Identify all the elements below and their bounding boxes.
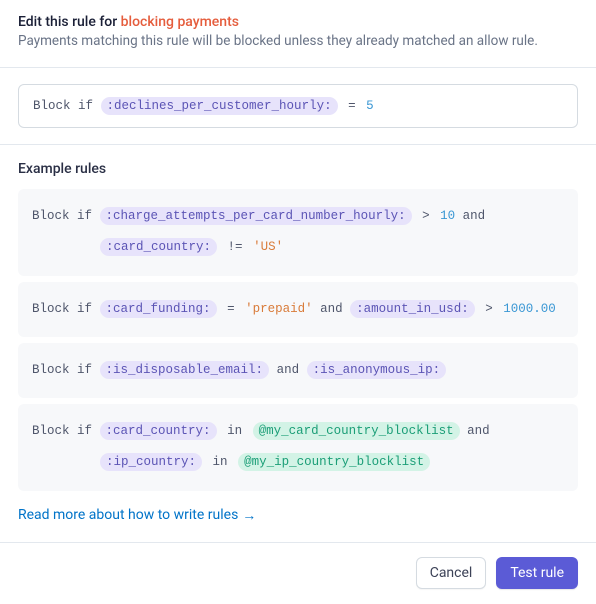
rule-editor-section: Block if :declines_per_customer_hourly: … bbox=[0, 68, 596, 144]
rule-value: 'US' bbox=[253, 240, 283, 254]
rule-operator: > bbox=[419, 209, 433, 223]
examples-section: Example rules Block if :charge_attempts_… bbox=[0, 145, 596, 507]
rule-keyword: Block if bbox=[33, 99, 93, 113]
rule-attribute: :card_funding: bbox=[100, 300, 217, 318]
rule-operator: = bbox=[224, 302, 238, 316]
rule-keyword: Block if bbox=[32, 363, 92, 377]
example-rule: Block if :card_funding: = 'prepaid' and … bbox=[18, 282, 578, 337]
rule-editor-input[interactable]: Block if :declines_per_customer_hourly: … bbox=[18, 84, 578, 128]
rule-value: 1000.00 bbox=[503, 302, 556, 316]
rule-attribute: :is_disposable_email: bbox=[100, 361, 270, 379]
rule-operator: in bbox=[210, 455, 231, 469]
rule-value: 10 bbox=[440, 209, 455, 223]
arrow-right-icon: → bbox=[242, 507, 256, 524]
rule-operator: = bbox=[345, 99, 359, 113]
rule-value: 5 bbox=[366, 99, 374, 113]
dialog-header: Edit this rule for blocking payments Pay… bbox=[0, 0, 596, 67]
example-rule: Block if :is_disposable_email: and :is_a… bbox=[18, 343, 578, 398]
docs-link[interactable]: Read more about how to write rules → bbox=[18, 507, 256, 524]
rule-attribute: :card_country: bbox=[100, 422, 217, 440]
rule-operator: in bbox=[224, 424, 245, 438]
rule-list-ref: @my_ip_country_blocklist bbox=[238, 453, 430, 471]
rule-attribute: :declines_per_customer_hourly: bbox=[101, 97, 338, 115]
rule-and: and bbox=[463, 209, 486, 223]
rule-list-ref: @my_card_country_blocklist bbox=[253, 422, 460, 440]
rule-and: and bbox=[277, 363, 300, 377]
dialog-footer: Cancel Test rule bbox=[0, 542, 596, 603]
rule-keyword: Block if bbox=[32, 302, 92, 316]
rule-attribute: :charge_attempts_per_card_number_hourly: bbox=[100, 207, 412, 225]
rule-and: and bbox=[467, 424, 490, 438]
test-rule-button[interactable]: Test rule bbox=[496, 557, 578, 589]
rule-operator: > bbox=[482, 302, 496, 316]
rule-keyword: Block if bbox=[32, 424, 92, 438]
title-highlight: blocking payments bbox=[121, 14, 239, 30]
rule-and: and bbox=[320, 302, 343, 316]
rule-operator: != bbox=[225, 240, 246, 254]
rule-attribute: :card_country: bbox=[100, 238, 217, 256]
dialog-subtitle: Payments matching this rule will be bloc… bbox=[18, 33, 578, 49]
rule-attribute: :is_anonymous_ip: bbox=[307, 361, 447, 379]
docs-link-text: Read more about how to write rules bbox=[18, 507, 238, 523]
example-rule: Block if :charge_attempts_per_card_numbe… bbox=[18, 189, 578, 276]
example-rule: Block if :card_country: in @my_card_coun… bbox=[18, 404, 578, 491]
dialog-title: Edit this rule for blocking payments bbox=[18, 14, 578, 30]
title-prefix: Edit this rule for bbox=[18, 14, 121, 30]
docs-link-row: Read more about how to write rules → bbox=[0, 507, 596, 542]
rule-attribute: :ip_country: bbox=[100, 453, 202, 471]
rule-keyword: Block if bbox=[32, 209, 92, 223]
rule-value: 'prepaid' bbox=[245, 302, 313, 316]
examples-heading: Example rules bbox=[18, 161, 578, 177]
rule-attribute: :amount_in_usd: bbox=[350, 300, 475, 318]
cancel-button[interactable]: Cancel bbox=[416, 557, 487, 589]
